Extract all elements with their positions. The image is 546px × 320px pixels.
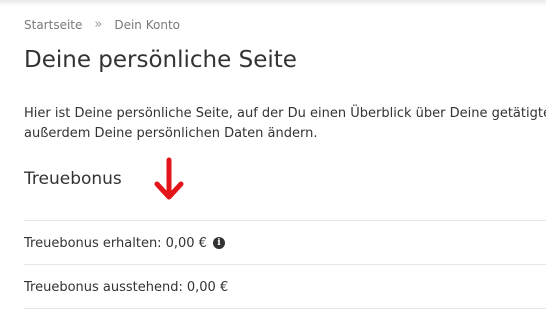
treuebonus-received-value: 0,00 €: [165, 235, 207, 251]
treuebonus-received-label: Treuebonus erhalten:: [24, 235, 162, 251]
table-divider: [24, 308, 546, 320]
intro-line-2: außerdem Deine persönlichen Daten ändern…: [24, 126, 318, 141]
treuebonus-pending-value: 0,00 €: [186, 279, 229, 295]
breadcrumb: Startseite » Dein Konto: [24, 17, 180, 32]
info-circle-icon[interactable]: i: [212, 237, 225, 249]
page-title: Deine persönliche Seite: [24, 47, 297, 73]
breadcrumb-item-dein-konto[interactable]: Dein Konto: [114, 18, 180, 32]
treuebonus-received-row: Treuebonus erhalten: 0,00 € i: [24, 220, 546, 265]
intro-line-1: Hier ist Deine persönliche Seite, auf de…: [24, 106, 546, 121]
treuebonus-pending-row: Treuebonus ausstehend: 0,00 €: [24, 264, 546, 309]
intro-text: Hier ist Deine persönliche Seite, auf de…: [24, 104, 546, 144]
breadcrumb-separator: »: [94, 17, 103, 32]
breadcrumb-item-startseite[interactable]: Startseite: [24, 18, 82, 32]
treuebonus-heading: Treuebonus: [24, 169, 122, 189]
header-shadow: [0, 0, 546, 6]
red-arrow-down-icon: [154, 157, 184, 200]
page: Startseite » Dein Konto Deine persönlich…: [0, 0, 546, 320]
treuebonus-pending-label: Treuebonus ausstehend:: [24, 279, 183, 295]
